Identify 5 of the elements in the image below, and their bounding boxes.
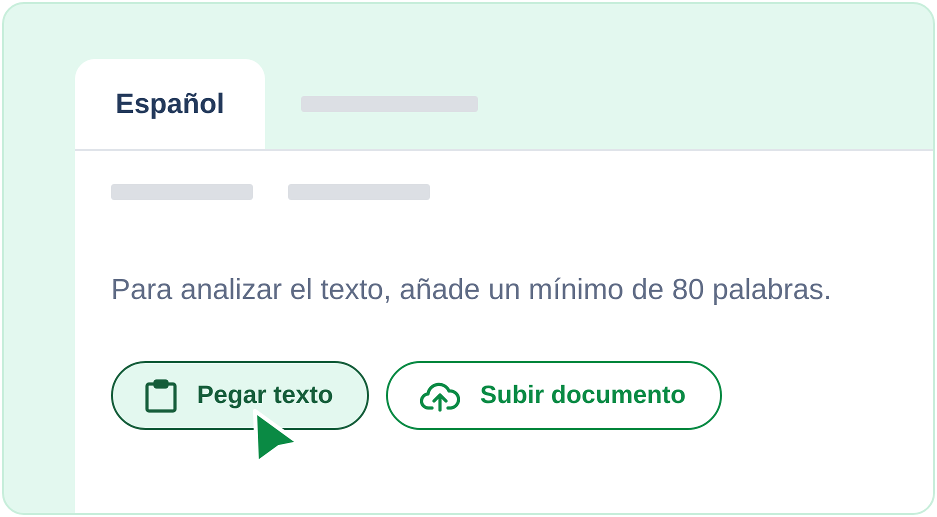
clipboard-icon <box>145 378 177 412</box>
upload-button[interactable]: Subir documento <box>386 361 722 430</box>
paste-button[interactable]: Pegar texto <box>111 361 370 430</box>
instruction-text: Para analizar el texto, añade un mínimo de 80 palabras. <box>111 273 833 308</box>
language-tab[interactable]: Español <box>75 59 265 149</box>
